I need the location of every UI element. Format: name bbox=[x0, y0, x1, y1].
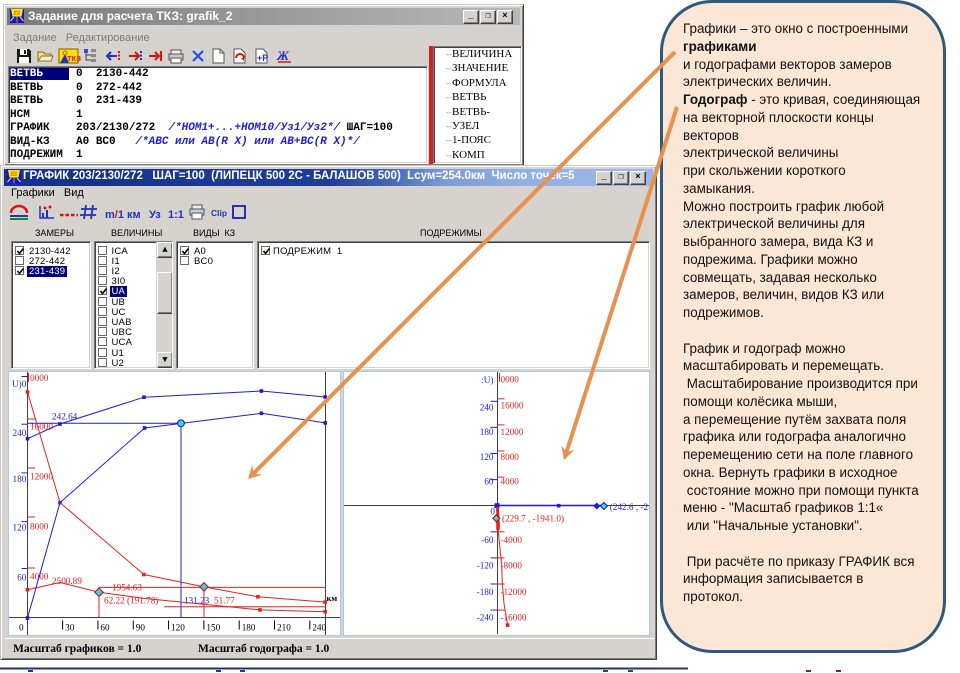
svg-text:км: км bbox=[327, 593, 338, 603]
svg-text:(229.7 , -1941.0): (229.7 , -1941.0) bbox=[502, 514, 564, 524]
svg-text:60: 60 bbox=[100, 623, 110, 633]
svg-text:12000: 12000 bbox=[501, 427, 524, 437]
svg-text:62.22 (191.78): 62.22 (191.78) bbox=[104, 596, 158, 606]
svg-text:ТКЗ: ТКЗ bbox=[67, 54, 81, 63]
svg-text:30: 30 bbox=[65, 623, 75, 633]
svg-text:0: 0 bbox=[19, 623, 24, 633]
svg-text:60: 60 bbox=[484, 477, 494, 487]
svg-text:-60: -60 bbox=[481, 535, 494, 545]
svg-text:51.77: 51.77 bbox=[214, 596, 235, 606]
svg-text:242.64: 242.64 bbox=[52, 412, 78, 422]
svg-text:-12000: -12000 bbox=[501, 587, 527, 597]
svg-text:210: 210 bbox=[277, 623, 291, 633]
svg-text:-120: -120 bbox=[477, 561, 494, 571]
svg-text:8000: 8000 bbox=[30, 522, 49, 532]
svg-text:150: 150 bbox=[206, 623, 220, 633]
svg-text:4000: 4000 bbox=[501, 477, 520, 487]
svg-text:Clip: Clip bbox=[211, 208, 227, 218]
svg-text:m/1: m/1 bbox=[105, 209, 124, 221]
svg-text:240: 240 bbox=[480, 403, 494, 413]
svg-text:Ж: Ж bbox=[276, 48, 290, 63]
svg-text:-4000: -4000 bbox=[501, 535, 523, 545]
svg-text:0000: 0000 bbox=[501, 375, 520, 385]
svg-text:(242.6 , -2: (242.6 , -2 bbox=[610, 502, 649, 512]
svg-text:12000: 12000 bbox=[30, 472, 53, 482]
svg-text:-16000: -16000 bbox=[501, 613, 527, 623]
svg-text:120: 120 bbox=[171, 623, 185, 633]
svg-text:16000: 16000 bbox=[501, 401, 524, 411]
svg-text:90: 90 bbox=[136, 623, 146, 633]
svg-text:240: 240 bbox=[13, 428, 27, 438]
svg-text:240: 240 bbox=[312, 623, 326, 633]
svg-text:180: 180 bbox=[13, 474, 27, 484]
svg-text:Уз: Уз bbox=[149, 209, 161, 221]
svg-text:U)0: U)0 bbox=[12, 379, 27, 389]
svg-text:-180: -180 bbox=[477, 587, 494, 597]
svg-text:0000: 0000 bbox=[30, 373, 49, 383]
svg-text:км: км bbox=[127, 209, 141, 221]
svg-text:1:1: 1:1 bbox=[168, 209, 184, 221]
svg-text:60: 60 bbox=[17, 573, 27, 583]
svg-text:-8000: -8000 bbox=[501, 561, 523, 571]
svg-text::U): :U) bbox=[481, 375, 493, 385]
svg-text:120: 120 bbox=[13, 523, 27, 533]
svg-text:180: 180 bbox=[480, 427, 494, 437]
svg-text:131.23: 131.23 bbox=[184, 596, 210, 606]
svg-text:+P: +P bbox=[257, 53, 268, 63]
svg-text:1954.63: 1954.63 bbox=[112, 583, 142, 593]
svg-text:2500.89: 2500.89 bbox=[52, 576, 82, 586]
svg-text:180: 180 bbox=[242, 623, 256, 633]
svg-text:-240: -240 bbox=[477, 613, 494, 623]
svg-text:8000: 8000 bbox=[501, 452, 520, 462]
